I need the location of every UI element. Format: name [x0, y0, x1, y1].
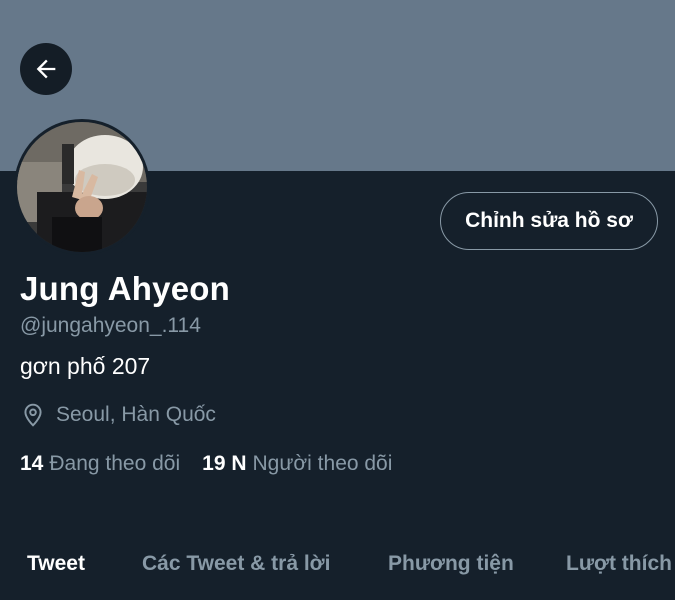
location-text: Seoul, Hàn Quốc [56, 403, 216, 426]
tab-media[interactable]: Phương tiện [388, 552, 514, 576]
profile-bio: gơn phố 207 [20, 353, 151, 379]
following-link[interactable]: 14 Đang theo dõi [20, 452, 180, 476]
following-label: Đang theo dõi [49, 452, 181, 475]
followers-link[interactable]: 19 N Người theo dõi [202, 452, 392, 476]
arrow-left-icon [32, 55, 60, 83]
follow-stats: 14 Đang theo dõi 19 N Người theo dõi [20, 452, 392, 476]
edit-profile-button[interactable]: Chỉnh sửa hồ sơ [440, 192, 658, 250]
following-count: 14 [20, 452, 44, 475]
avatar-photo [17, 122, 147, 252]
profile-name: Jung Ahyeon [20, 270, 230, 307]
tab-tweets[interactable]: Tweet [27, 552, 85, 576]
profile-handle: @jungahyeon_.114 [20, 314, 201, 337]
back-button[interactable] [20, 43, 72, 95]
followers-label: Người theo dõi [252, 452, 393, 475]
map-pin-icon [20, 402, 46, 428]
tab-tweets-and-replies[interactable]: Các Tweet & trả lời [142, 552, 330, 576]
profile-location: Seoul, Hàn Quốc [20, 402, 216, 428]
followers-count: 19 N [202, 452, 247, 475]
avatar[interactable] [14, 119, 150, 255]
tab-likes[interactable]: Lượt thích [566, 552, 672, 576]
profile-tabs: Tweet Các Tweet & trả lời Phương tiện Lư… [0, 540, 675, 600]
